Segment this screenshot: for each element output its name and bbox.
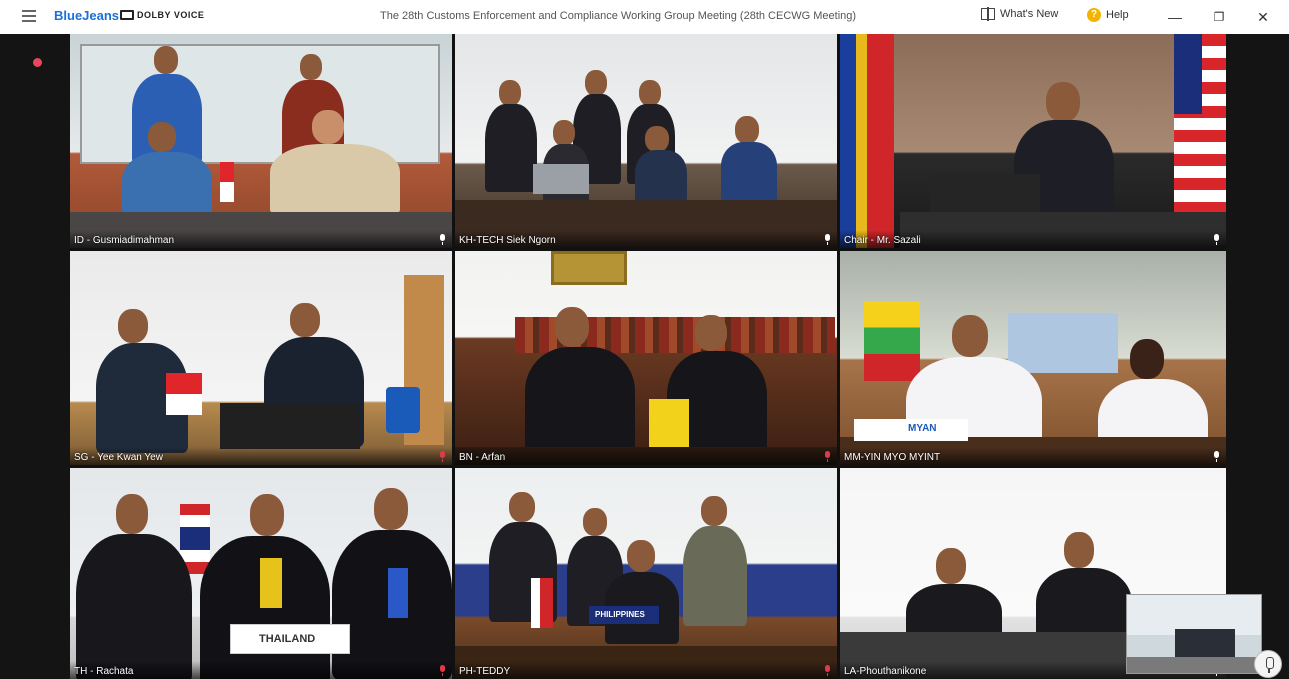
menu-icon[interactable] <box>22 10 36 22</box>
mic-icon <box>1213 234 1220 245</box>
video-tile-sg[interactable]: SG - Yee Kwan Yew <box>70 251 452 465</box>
country-sign: MYAN <box>854 419 968 441</box>
video-feed: THAILAND <box>70 468 452 679</box>
participant-name: TH - Rachata <box>74 666 134 677</box>
mic-icon <box>1213 451 1220 462</box>
video-feed <box>455 34 837 248</box>
mic-muted-icon <box>824 451 831 462</box>
mic-icon <box>439 234 446 245</box>
app-logo: BlueJeans <box>54 8 120 23</box>
participant-name: LA-Phouthanikone <box>844 666 927 677</box>
country-sign: PHILIPPINES <box>589 606 659 624</box>
participant-name: BN - Arfan <box>459 452 506 463</box>
dolby-label: DOLBY VOICE <box>137 10 205 20</box>
video-tile-chair[interactable]: Chair - Mr. Sazali <box>840 34 1226 248</box>
mic-muted-icon <box>439 665 446 676</box>
participant-name: KH-TECH Siek Ngorn <box>459 235 556 246</box>
dolby-voice-logo: DOLBY VOICE <box>120 10 204 20</box>
video-tile-ph[interactable]: PHILIPPINES PH-TEDDY <box>455 468 837 679</box>
video-feed: PHILIPPINES <box>455 468 837 679</box>
video-grid: ID - Gusmiadimahman KH-TECH Siek Ngorn C… <box>70 34 1226 679</box>
video-feed <box>70 34 452 248</box>
title-bar: BlueJeans DOLBY VOICE The 28th Customs E… <box>0 0 1289 34</box>
whats-new-button[interactable]: What's New <box>981 7 1059 21</box>
participant-name: ID - Gusmiadimahman <box>74 235 175 246</box>
help-label: Help <box>1106 9 1129 21</box>
video-feed <box>455 251 837 465</box>
mic-toggle-icon[interactable] <box>1254 650 1282 678</box>
meeting-title: The 28th Customs Enforcement and Complia… <box>380 10 857 22</box>
maximize-button[interactable]: ❐ <box>1208 6 1230 28</box>
gift-icon <box>981 7 995 21</box>
recording-indicator-icon <box>33 58 42 67</box>
right-rail <box>1226 34 1289 679</box>
dolby-icon <box>120 10 134 20</box>
country-sign: THAILAND <box>230 624 350 654</box>
help-button[interactable]: ? Help <box>1087 8 1129 22</box>
whats-new-label: What's New <box>1000 8 1059 20</box>
participant-name: MM-YIN MYO MYINT <box>844 452 941 463</box>
participant-name: PH-TEDDY <box>459 666 511 677</box>
participant-name: Chair - Mr. Sazali <box>844 235 921 246</box>
video-tile-kh[interactable]: KH-TECH Siek Ngorn <box>455 34 837 248</box>
participant-name: SG - Yee Kwan Yew <box>74 452 163 463</box>
close-button[interactable]: ✕ <box>1252 6 1274 28</box>
video-tile-bn[interactable]: BN - Arfan <box>455 251 837 465</box>
mic-muted-icon <box>439 451 446 462</box>
mic-icon <box>824 234 831 245</box>
video-feed <box>70 251 452 465</box>
video-feed <box>840 34 1226 248</box>
video-tile-th[interactable]: THAILAND TH - Rachata <box>70 468 452 679</box>
mic-muted-icon <box>824 665 831 676</box>
video-tile-id[interactable]: ID - Gusmiadimahman <box>70 34 452 248</box>
minimize-button[interactable]: — <box>1164 6 1186 28</box>
self-view[interactable] <box>1126 594 1262 674</box>
help-icon: ? <box>1087 8 1101 22</box>
video-feed: MYAN <box>840 251 1226 465</box>
video-tile-mm[interactable]: MYAN MM-YIN MYO MYINT <box>840 251 1226 465</box>
left-rail <box>0 34 70 679</box>
